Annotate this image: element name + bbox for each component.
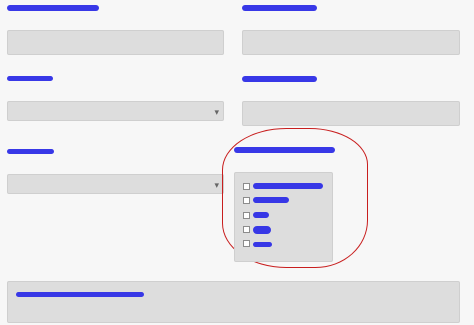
checkbox-option-3-label <box>253 211 269 219</box>
checkbox-option-4[interactable] <box>243 226 250 233</box>
chevron-down-icon: ▾ <box>214 107 219 117</box>
field-5-label <box>7 149 55 159</box>
redaction-mark <box>253 197 289 203</box>
checkbox-option-2[interactable] <box>243 197 250 204</box>
field-6-label <box>234 147 336 157</box>
checkbox-option-2-label <box>253 196 290 204</box>
field-2-label <box>242 5 320 15</box>
redaction-mark <box>242 76 317 82</box>
field-7-textarea[interactable] <box>7 281 460 323</box>
redaction-mark <box>242 5 317 11</box>
field-3-label <box>7 76 53 86</box>
checkbox-option-1-label <box>253 182 323 190</box>
redaction-mark <box>253 226 271 234</box>
field-1-input[interactable] <box>7 30 224 55</box>
field-2-input[interactable] <box>242 30 460 55</box>
checkbox-option-5-label <box>253 241 272 248</box>
field-5-select[interactable]: ▾ <box>7 174 224 194</box>
field-1-label <box>7 5 99 15</box>
redaction-mark <box>253 242 272 247</box>
redaction-mark <box>234 147 335 153</box>
field-4-input[interactable] <box>242 101 460 126</box>
checkbox-option-3[interactable] <box>243 212 250 219</box>
checkbox-option-5[interactable] <box>243 240 250 247</box>
field-3-select[interactable]: ▾ <box>7 101 224 121</box>
chevron-down-icon: ▾ <box>214 180 219 190</box>
field-7-label <box>16 292 144 302</box>
checkbox-option-1[interactable] <box>243 183 250 190</box>
checkbox-option-4-label <box>253 225 271 234</box>
redaction-mark <box>7 76 53 81</box>
redaction-mark <box>7 5 99 11</box>
field-6-checkbox-list <box>234 172 333 262</box>
redaction-mark <box>253 212 269 218</box>
redaction-mark <box>7 149 54 154</box>
redaction-mark <box>16 292 144 297</box>
field-4-label <box>242 76 318 86</box>
redaction-mark <box>253 183 323 189</box>
